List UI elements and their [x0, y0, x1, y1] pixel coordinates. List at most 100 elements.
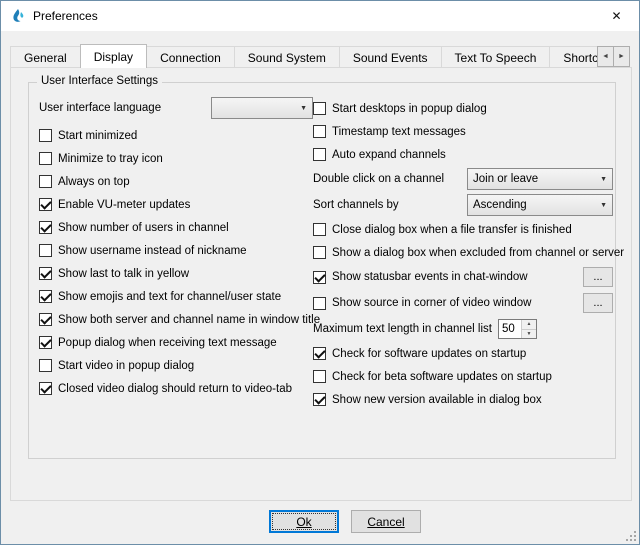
video-source-row: Show source in corner of video window ..…: [313, 290, 613, 316]
checkbox-box: [39, 290, 52, 303]
right-column: Start desktops in popup dialog Timestamp…: [313, 97, 613, 411]
double-click-label: Double click on a channel: [313, 173, 444, 185]
tab-scroll-control: ◄ ►: [597, 46, 630, 67]
checkbox-closed-video-return[interactable]: Closed video dialog should return to vid…: [39, 377, 313, 400]
tab-text-to-speech[interactable]: Text To Speech: [441, 46, 551, 67]
checkbox-box: [313, 271, 326, 284]
statusbar-events-row: Show statusbar events in chat-window ...: [313, 264, 613, 290]
checkbox-box: [39, 129, 52, 142]
group-title: User Interface Settings: [37, 75, 162, 87]
sort-channels-select[interactable]: Ascending ▼: [467, 194, 613, 216]
tab-scroll-left-icon[interactable]: ◄: [597, 46, 614, 67]
double-click-value: Join or leave: [473, 173, 596, 185]
checkbox-label: Show last to talk in yellow: [58, 268, 189, 280]
dropdown-arrow-icon: ▼: [600, 202, 607, 209]
checkbox-show-last-talk[interactable]: Show last to talk in yellow: [39, 262, 313, 285]
checkbox-statusbar-events[interactable]: Show statusbar events in chat-window: [313, 266, 583, 289]
checkbox-box: [313, 246, 326, 259]
sort-channels-value: Ascending: [473, 199, 596, 211]
checkbox-popup-text-message[interactable]: Popup dialog when receiving text message: [39, 331, 313, 354]
checkbox-show-new-version-dialog[interactable]: Show new version available in dialog box: [313, 388, 613, 411]
ok-button[interactable]: Ok: [269, 510, 339, 533]
checkbox-label: Auto expand channels: [332, 149, 446, 161]
checkbox-box: [39, 244, 52, 257]
checkbox-label: Timestamp text messages: [332, 126, 466, 138]
checkbox-box: [313, 393, 326, 406]
checkbox-label: Show statusbar events in chat-window: [332, 271, 528, 283]
preferences-dialog: Preferences ✕ General Display Connection…: [0, 0, 640, 545]
checkbox-minimize-to-tray[interactable]: Minimize to tray icon: [39, 147, 313, 170]
left-column: User interface language ▼ Start minimize…: [39, 97, 313, 400]
checkbox-start-video-popup[interactable]: Start video in popup dialog: [39, 354, 313, 377]
checkbox-label: Show number of users in channel: [58, 222, 229, 234]
sort-channels-label: Sort channels by: [313, 199, 399, 211]
checkbox-enable-vu-meter[interactable]: Enable VU-meter updates: [39, 193, 313, 216]
max-text-length-stepper[interactable]: 50 ▲ ▼: [498, 319, 537, 339]
checkbox-auto-expand-channels[interactable]: Auto expand channels: [313, 143, 613, 166]
checkbox-timestamp-messages[interactable]: Timestamp text messages: [313, 120, 613, 143]
checkbox-label: Show username instead of nickname: [58, 245, 247, 257]
double-click-row: Double click on a channel Join or leave …: [313, 166, 613, 192]
tab-display[interactable]: Display: [80, 44, 147, 68]
spin-down-icon[interactable]: ▼: [522, 329, 536, 339]
dropdown-arrow-icon: ▼: [300, 105, 307, 112]
close-icon[interactable]: ✕: [594, 1, 639, 31]
checkbox-label: Start desktops in popup dialog: [332, 103, 487, 115]
checkbox-label: Always on top: [58, 176, 130, 188]
cancel-button-label: Cancel: [367, 515, 404, 529]
checkbox-show-user-count[interactable]: Show number of users in channel: [39, 216, 313, 239]
checkbox-close-filetransfer-dialog[interactable]: Close dialog box when a file transfer is…: [313, 218, 613, 241]
checkbox-label: Show a dialog box when excluded from cha…: [332, 247, 624, 259]
language-select[interactable]: ▼: [211, 97, 313, 119]
checkbox-video-source-corner[interactable]: Show source in corner of video window: [313, 292, 583, 315]
tab-pane: User Interface Settings User interface l…: [10, 67, 632, 501]
language-row: User interface language ▼: [39, 97, 313, 119]
checkbox-label: Start video in popup dialog: [58, 360, 194, 372]
checkbox-label: Check for beta software updates on start…: [332, 371, 552, 383]
titlebar: Preferences ✕: [1, 1, 639, 31]
checkbox-box: [313, 370, 326, 383]
checkbox-box: [39, 198, 52, 211]
statusbar-events-config-button[interactable]: ...: [583, 267, 613, 287]
checkbox-check-beta-updates[interactable]: Check for beta software updates on start…: [313, 365, 613, 388]
checkbox-box: [39, 175, 52, 188]
double-click-select[interactable]: Join or leave ▼: [467, 168, 613, 190]
checkbox-start-desktops-popup[interactable]: Start desktops in popup dialog: [313, 97, 613, 120]
tab-bar: General Display Connection Sound System …: [10, 44, 630, 68]
checkbox-box: [39, 267, 52, 280]
ui-settings-group: User Interface Settings User interface l…: [28, 82, 616, 459]
checkbox-check-updates[interactable]: Check for software updates on startup: [313, 342, 613, 365]
checkbox-box: [39, 382, 52, 395]
checkbox-box: [39, 221, 52, 234]
video-source-config-button[interactable]: ...: [583, 293, 613, 313]
checkbox-start-minimized[interactable]: Start minimized: [39, 124, 313, 147]
max-text-length-label: Maximum text length in channel list: [313, 323, 492, 335]
sort-channels-row: Sort channels by Ascending ▼: [313, 192, 613, 218]
spinner-buttons: ▲ ▼: [521, 320, 536, 338]
spin-up-icon[interactable]: ▲: [522, 320, 536, 329]
tab-scroll-right-icon[interactable]: ►: [613, 46, 630, 67]
resize-grip[interactable]: [634, 539, 636, 541]
window-title: Preferences: [33, 9, 98, 23]
checkbox-show-server-channel-title[interactable]: Show both server and channel name in win…: [39, 308, 313, 331]
max-text-length-row: Maximum text length in channel list 50 ▲…: [313, 316, 613, 342]
cancel-button[interactable]: Cancel: [351, 510, 421, 533]
checkbox-show-emojis[interactable]: Show emojis and text for channel/user st…: [39, 285, 313, 308]
checkbox-always-on-top[interactable]: Always on top: [39, 170, 313, 193]
app-icon: [10, 8, 26, 24]
checkbox-show-username[interactable]: Show username instead of nickname: [39, 239, 313, 262]
checkbox-label: Closed video dialog should return to vid…: [58, 383, 292, 395]
tab-general[interactable]: General: [10, 46, 81, 67]
checkbox-box: [39, 313, 52, 326]
checkbox-box: [313, 102, 326, 115]
checkbox-label: Minimize to tray icon: [58, 153, 163, 165]
tab-connection[interactable]: Connection: [146, 46, 235, 67]
checkbox-box: [313, 148, 326, 161]
tab-sound-system[interactable]: Sound System: [234, 46, 340, 67]
checkbox-show-excluded-dialog[interactable]: Show a dialog box when excluded from cha…: [313, 241, 613, 264]
dropdown-arrow-icon: ▼: [600, 176, 607, 183]
max-text-length-value: 50: [499, 320, 521, 338]
checkbox-label: Enable VU-meter updates: [58, 199, 190, 211]
tab-sound-events[interactable]: Sound Events: [339, 46, 442, 67]
checkbox-box: [313, 347, 326, 360]
